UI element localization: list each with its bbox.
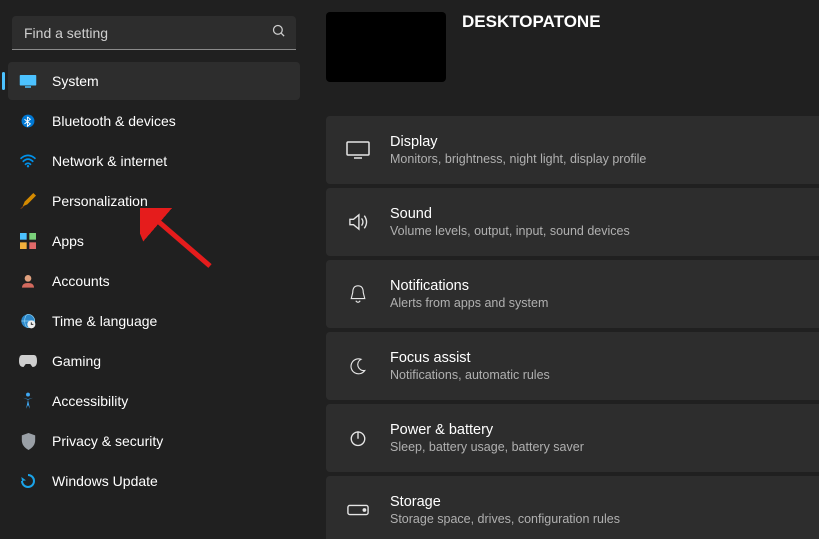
- card-subtitle: Sleep, battery usage, battery saver: [390, 440, 584, 454]
- card-title: Focus assist: [390, 350, 550, 366]
- globe-clock-icon: [18, 311, 38, 331]
- card-notifications[interactable]: Notifications Alerts from apps and syste…: [326, 260, 819, 328]
- person-icon: [18, 271, 38, 291]
- bell-icon: [346, 282, 370, 306]
- sidebar-item-label: Accessibility: [52, 393, 128, 409]
- sidebar-item-gaming[interactable]: Gaming: [8, 342, 300, 380]
- sidebar-item-label: Gaming: [52, 353, 101, 369]
- card-subtitle: Volume levels, output, input, sound devi…: [390, 224, 630, 238]
- card-title: Display: [390, 134, 646, 150]
- card-subtitle: Monitors, brightness, night light, displ…: [390, 152, 646, 166]
- card-title: Storage: [390, 494, 620, 510]
- shield-icon: [18, 431, 38, 451]
- card-title: Notifications: [390, 278, 548, 294]
- sidebar-item-label: Windows Update: [52, 473, 158, 489]
- sound-icon: [346, 210, 370, 234]
- system-icon: [18, 71, 38, 91]
- sidebar: System Bluetooth & devices Network & int…: [0, 0, 308, 539]
- search-field-container: [12, 16, 296, 50]
- display-icon: [346, 138, 370, 162]
- card-title: Power & battery: [390, 422, 584, 438]
- header: DESKTOPATONE: [326, 12, 819, 88]
- sidebar-item-time-language[interactable]: Time & language: [8, 302, 300, 340]
- gamepad-icon: [18, 351, 38, 371]
- moon-icon: [346, 354, 370, 378]
- search-input[interactable]: [12, 16, 296, 50]
- sidebar-item-privacy-security[interactable]: Privacy & security: [8, 422, 300, 460]
- power-icon: [346, 426, 370, 450]
- bluetooth-icon: [18, 111, 38, 131]
- sidebar-item-apps[interactable]: Apps: [8, 222, 300, 260]
- sidebar-nav: System Bluetooth & devices Network & int…: [8, 62, 300, 500]
- sidebar-item-label: Time & language: [52, 313, 157, 329]
- pc-name: DESKTOPATONE: [462, 12, 601, 32]
- paintbrush-icon: [18, 191, 38, 211]
- card-focus-assist[interactable]: Focus assist Notifications, automatic ru…: [326, 332, 819, 400]
- sidebar-item-label: Accounts: [52, 273, 110, 289]
- sidebar-item-system[interactable]: System: [8, 62, 300, 100]
- accessibility-icon: [18, 391, 38, 411]
- card-sound[interactable]: Sound Volume levels, output, input, soun…: [326, 188, 819, 256]
- card-display[interactable]: Display Monitors, brightness, night ligh…: [326, 116, 819, 184]
- sidebar-item-personalization[interactable]: Personalization: [8, 182, 300, 220]
- sidebar-item-label: Personalization: [52, 193, 148, 209]
- sidebar-item-accessibility[interactable]: Accessibility: [8, 382, 300, 420]
- sidebar-item-label: Apps: [52, 233, 84, 249]
- main-content: DESKTOPATONE Display Monitors, brightnes…: [308, 0, 819, 539]
- card-storage[interactable]: Storage Storage space, drives, configura…: [326, 476, 819, 539]
- sidebar-item-network-internet[interactable]: Network & internet: [8, 142, 300, 180]
- sidebar-item-accounts[interactable]: Accounts: [8, 262, 300, 300]
- sidebar-item-label: Privacy & security: [52, 433, 163, 449]
- card-subtitle: Notifications, automatic rules: [390, 368, 550, 382]
- apps-icon: [18, 231, 38, 251]
- storage-icon: [346, 498, 370, 522]
- card-subtitle: Alerts from apps and system: [390, 296, 548, 310]
- wifi-icon: [18, 151, 38, 171]
- sidebar-item-label: Network & internet: [52, 153, 167, 169]
- settings-cards: Display Monitors, brightness, night ligh…: [326, 116, 819, 539]
- pc-thumbnail: [326, 12, 446, 82]
- card-power-battery[interactable]: Power & battery Sleep, battery usage, ba…: [326, 404, 819, 472]
- sidebar-item-label: System: [52, 73, 99, 89]
- sidebar-item-bluetooth-devices[interactable]: Bluetooth & devices: [8, 102, 300, 140]
- card-subtitle: Storage space, drives, configuration rul…: [390, 512, 620, 526]
- card-title: Sound: [390, 206, 630, 222]
- sidebar-item-label: Bluetooth & devices: [52, 113, 176, 129]
- sidebar-item-windows-update[interactable]: Windows Update: [8, 462, 300, 500]
- update-icon: [18, 471, 38, 491]
